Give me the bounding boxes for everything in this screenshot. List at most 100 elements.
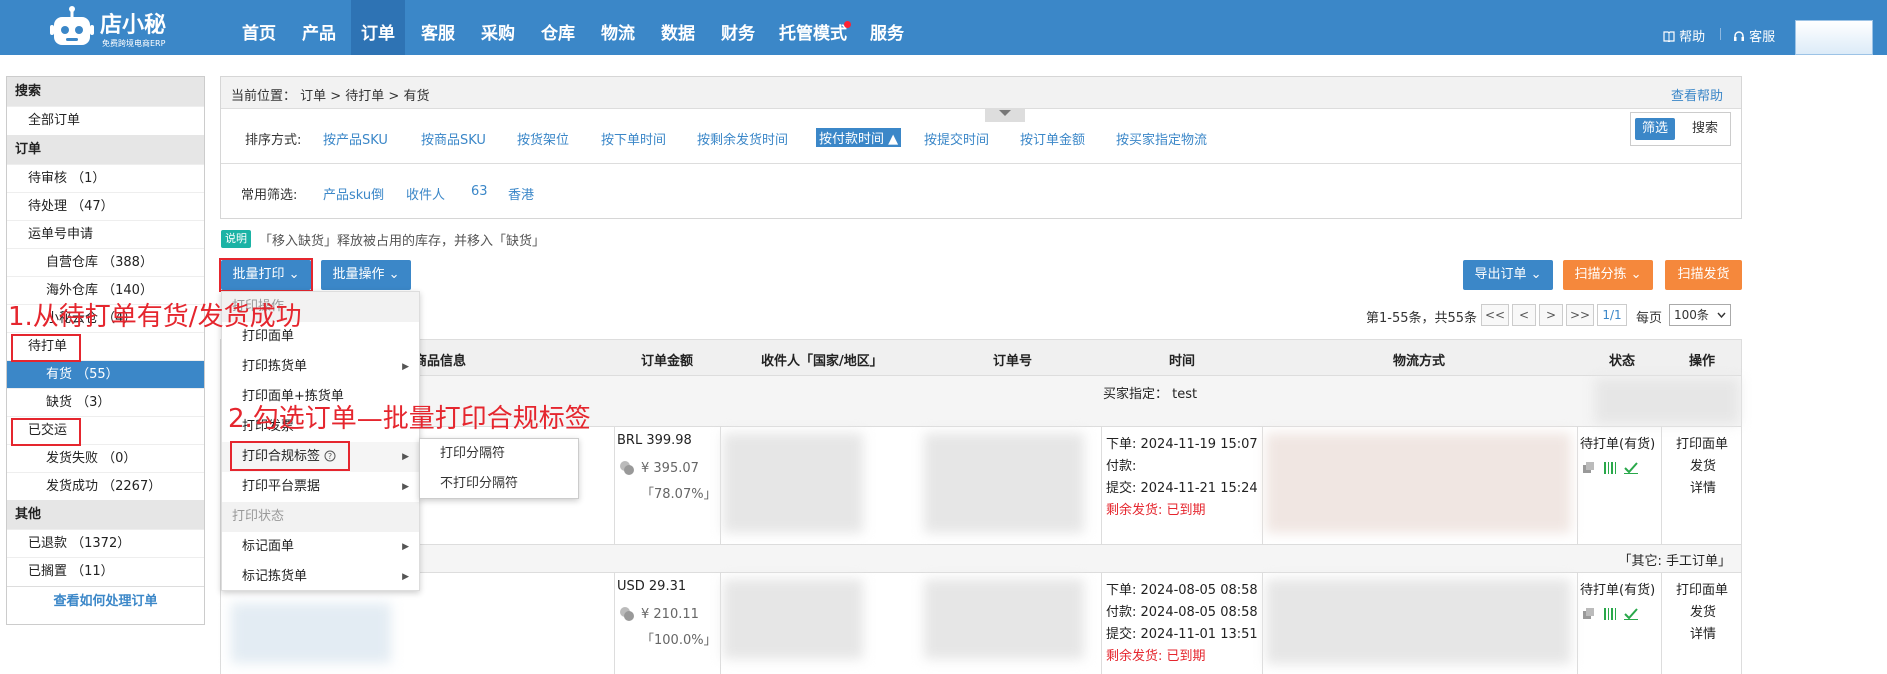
sidebar-item-ship-success[interactable]: 发货成功 （2267） (7, 472, 204, 500)
nav-products[interactable]: 产品 (292, 0, 346, 55)
menu-mark-label[interactable]: 标记面单 ▶ (222, 532, 419, 562)
sort-payment-time[interactable]: 按付款时间 ▲ (816, 128, 902, 147)
pager-last[interactable]: >> (1566, 304, 1594, 326)
dropdown-header-status: 打印状态 (222, 502, 419, 532)
filter-search-toggle: 筛选 搜索 (1630, 112, 1731, 146)
submenu-without-separator[interactable]: 不打印分隔符 (420, 469, 578, 499)
sidebar-help-link[interactable]: 查看如何处理订单 (7, 586, 204, 616)
logo[interactable]: 店小秘 免费跨境电商ERP (48, 3, 208, 51)
sort-order-time[interactable]: 按下单时间 (601, 129, 666, 148)
common-filter-hongkong[interactable]: 香港 (508, 184, 534, 203)
sidebar-item-own-warehouse[interactable]: 自营仓库 （388） (7, 248, 204, 276)
breadcrumb-bar: 当前位置： 订单 > 待打单 > 有货 查看帮助 (221, 77, 1741, 109)
brand-name: 店小秘 (100, 13, 167, 38)
nav-warehouse[interactable]: 仓库 (531, 0, 585, 55)
col-status: 状态 (1609, 354, 1636, 369)
sort-remaining-time[interactable]: 按剩余发货时间 (697, 129, 788, 148)
view-help-link[interactable]: 查看帮助 (1671, 85, 1723, 104)
nav-purchasing[interactable]: 采购 (471, 0, 525, 55)
per-page-select[interactable]: 100条 (1669, 304, 1731, 326)
nav-data[interactable]: 数据 (651, 0, 705, 55)
details-link[interactable]: 详情 (1690, 623, 1716, 642)
sidebar-item-pending-review[interactable]: 待审核 （1） (7, 164, 204, 192)
nav-orders[interactable]: 订单 (351, 0, 405, 55)
pager-first[interactable]: << (1481, 304, 1509, 326)
sidebar-section-other: 其他 (7, 500, 204, 529)
nav-finance[interactable]: 财务 (711, 0, 765, 55)
barcode-icon[interactable] (1603, 462, 1617, 474)
collapse-toggle[interactable] (985, 108, 1025, 122)
filter-toggle-filter[interactable]: 筛选 (1635, 118, 1675, 140)
sidebar-item-on-hold[interactable]: 已搁置 （11） (7, 557, 204, 585)
copy-icon[interactable] (1582, 608, 1596, 620)
ship-link[interactable]: 发货 (1690, 455, 1716, 474)
highlight-to-print (11, 334, 81, 362)
menu-print-platform-invoice[interactable]: 打印平台票据 ▶ (222, 472, 419, 502)
menu-print-pick-list[interactable]: 打印拣货单 ▶ (222, 352, 419, 382)
sidebar-item-refunded[interactable]: 已退款 （1372） (7, 529, 204, 557)
details-link[interactable]: 详情 (1690, 477, 1716, 496)
per-page-label: 每页 (1636, 311, 1663, 326)
sidebar-item-processing[interactable]: 待处理 （47） (7, 192, 204, 220)
nav-customer-service[interactable]: 客服 (411, 0, 465, 55)
book-icon (1663, 31, 1675, 43)
export-orders-button[interactable]: 导出订单 ⌄ (1463, 260, 1553, 290)
manual-order-note: 「其它: 手工订单」 (1618, 554, 1731, 569)
sort-order-amount[interactable]: 按订单金额 (1020, 129, 1085, 148)
sort-buyer-logistics[interactable]: 按买家指定物流 (1116, 129, 1207, 148)
pager-prev[interactable]: < (1512, 304, 1536, 326)
annotation-step1: 1.从待打单有货/发货成功 (8, 302, 302, 332)
check-icon[interactable] (1624, 462, 1638, 474)
remaining-ship-time: 剩余发货: 已到期 (1106, 649, 1206, 664)
common-filter-sku[interactable]: 产品sku倒 (323, 184, 384, 203)
sort-shelf[interactable]: 按货架位 (517, 129, 569, 148)
filter-divider (221, 163, 1741, 164)
sidebar-section-search: 搜索 (7, 77, 204, 106)
copy-icon[interactable] (1582, 462, 1596, 474)
compliance-label-submenu: 打印分隔符 不打印分隔符 (419, 438, 579, 499)
print-label-link[interactable]: 打印面单 (1676, 579, 1728, 598)
highlight-compliance-label (230, 441, 350, 471)
sidebar-section-orders: 订单 (7, 135, 204, 164)
order-amount-cny: ¥ 395.07 (641, 461, 699, 476)
order-status: 待打单(有货) (1580, 583, 1656, 598)
scan-ship-button[interactable]: 扫描发货 (1665, 260, 1742, 290)
top-navigation-bar: 店小秘 免费跨境电商ERP 首页 产品 订单 客服 采购 仓库 物流 数据 财务… (0, 0, 1887, 55)
common-filter-recipient[interactable]: 收件人 (406, 184, 445, 203)
sort-goods-sku[interactable]: 按商品SKU (421, 129, 486, 148)
chevron-right-icon: ▶ (402, 572, 409, 582)
sidebar-item-out-of-stock[interactable]: 缺货 （3） (7, 388, 204, 416)
user-avatar[interactable] (1795, 20, 1873, 55)
nav-managed-mode[interactable]: 托管模式 (775, 0, 851, 55)
sort-product-sku[interactable]: 按产品SKU (323, 129, 388, 148)
sidebar-item-in-stock[interactable]: 有货 （55） (7, 360, 204, 388)
filter-toggle-search[interactable]: 搜索 (1685, 118, 1725, 140)
submenu-with-separator[interactable]: 打印分隔符 (420, 439, 578, 469)
scan-sort-button[interactable]: 扫描分拣 ⌄ (1563, 260, 1653, 290)
sidebar-item-waybill[interactable]: 运单号申请 (7, 220, 204, 248)
print-label-link[interactable]: 打印面单 (1676, 433, 1728, 452)
pager-next[interactable]: > (1539, 304, 1563, 326)
batch-operations-button[interactable]: 批量操作 ⌄ (321, 260, 411, 290)
barcode-icon[interactable] (1603, 608, 1617, 620)
nav-services[interactable]: 服务 (860, 0, 914, 55)
nav-home[interactable]: 首页 (232, 0, 286, 55)
service-link[interactable]: 客服 (1733, 26, 1775, 45)
filter-panel: 当前位置： 订单 > 待打单 > 有货 查看帮助 排序方式: 按产品SKU 按商… (220, 76, 1742, 219)
check-icon[interactable] (1624, 608, 1638, 620)
ship-link[interactable]: 发货 (1690, 601, 1716, 620)
brand-tagline: 免费跨境电商ERP (102, 39, 166, 48)
chevron-right-icon: ▶ (402, 482, 409, 492)
menu-mark-pick-list[interactable]: 标记拣货单 ▶ (222, 562, 419, 592)
pay-time: 付款: 2024-08-05 08:58 (1106, 605, 1258, 620)
order-amount-ratio: 「78.07%」 (641, 487, 717, 502)
sidebar-item-all-orders[interactable]: 全部订单 (7, 106, 204, 134)
help-link-label: 帮助 (1679, 30, 1706, 45)
remaining-ship-time: 剩余发货: 已到期 (1106, 503, 1206, 518)
table-row[interactable]: USD 29.31 ¥ 210.11 「100.0%」 下单: 2024-08-… (220, 573, 1742, 674)
help-link[interactable]: 帮助 (1663, 26, 1705, 45)
sidebar-item-ship-failed[interactable]: 发货失败 （0） (7, 444, 204, 472)
common-filter-63[interactable]: 63 (471, 184, 488, 199)
sort-submit-time[interactable]: 按提交时间 (924, 129, 989, 148)
nav-logistics[interactable]: 物流 (591, 0, 645, 55)
